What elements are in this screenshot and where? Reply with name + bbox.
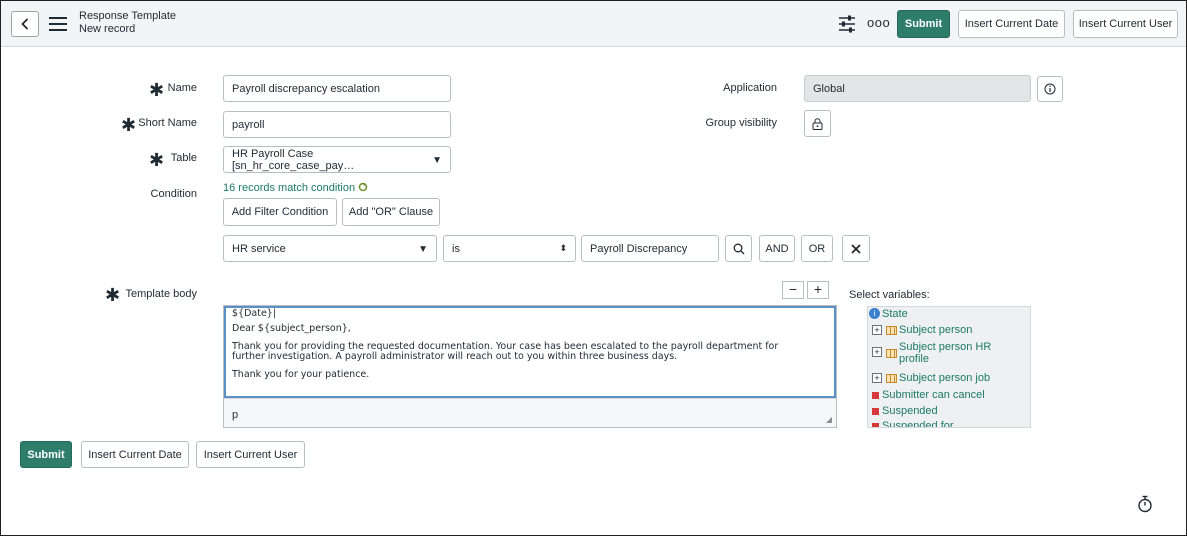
variable-item-submitter-can-cancel[interactable]: Submitter can cancel bbox=[872, 389, 985, 401]
chevron-left-icon bbox=[21, 18, 29, 30]
resize-handle-icon[interactable]: ◢ bbox=[826, 415, 832, 424]
variable-label-group: Subject person HR profile bbox=[899, 341, 991, 365]
variable-item-state[interactable]: i State bbox=[869, 308, 908, 320]
group-visibility-lock-button[interactable] bbox=[804, 110, 831, 137]
condition-operator-select[interactable]: is ⬍ bbox=[443, 235, 576, 262]
personalize-form-icon[interactable] bbox=[837, 14, 857, 34]
variable-label: Suspended bbox=[882, 405, 938, 417]
header-insert-current-date-button[interactable]: Insert Current Date bbox=[958, 10, 1065, 38]
variables-tree: i State + Subject person + Subject perso… bbox=[867, 306, 1031, 428]
or-button[interactable]: OR bbox=[801, 235, 833, 262]
template-body-label: Template body bbox=[125, 288, 197, 300]
form-header: Response Template New record ooo Submit … bbox=[1, 1, 1186, 47]
add-or-clause-button[interactable]: Add "OR" Clause bbox=[342, 198, 440, 226]
group-visibility-label: Group visibility bbox=[705, 117, 777, 129]
variable-label: Subject person HR bbox=[899, 341, 992, 353]
variable-item-suspended[interactable]: Suspended bbox=[872, 405, 938, 417]
lock-icon bbox=[812, 117, 823, 130]
variable-item-subject-person-job[interactable]: + Subject person job bbox=[872, 372, 990, 384]
updown-arrow-icon: ⬍ bbox=[559, 243, 567, 253]
short-name-label: Short Name bbox=[138, 117, 197, 129]
add-filter-condition-button[interactable]: Add Filter Condition bbox=[223, 198, 337, 226]
condition-value-field[interactable]: Payroll Discrepancy bbox=[581, 235, 719, 262]
template-body-editor[interactable]: ${Date}| Dear ${subject_person}, Thank y… bbox=[223, 305, 837, 428]
variable-label: Subject person job bbox=[899, 372, 991, 384]
boolean-field-icon bbox=[872, 408, 879, 415]
application-field: Global bbox=[804, 75, 1031, 102]
dropdown-arrow-icon: ▼ bbox=[432, 155, 442, 166]
table-select-value: HR Payroll Case [sn_hr_core_case_pay… bbox=[232, 147, 355, 172]
template-body-content[interactable]: ${Date}| Dear ${subject_person}, Thank y… bbox=[224, 306, 836, 398]
table-icon bbox=[886, 349, 897, 358]
condition-operator-value: is bbox=[452, 242, 460, 255]
body-line-date: ${Date}| bbox=[232, 308, 277, 319]
table-icon bbox=[886, 374, 897, 383]
refresh-icon bbox=[358, 182, 368, 192]
variable-label-line-2: profile bbox=[899, 353, 929, 365]
application-label: Application bbox=[723, 82, 777, 94]
footer-insert-current-date-button[interactable]: Insert Current Date bbox=[81, 441, 189, 468]
name-field[interactable]: Payroll discrepancy escalation bbox=[223, 75, 451, 102]
variable-label: Suspended for bbox=[882, 420, 954, 428]
record-title: Response Template New record bbox=[79, 10, 176, 36]
back-button[interactable] bbox=[11, 11, 39, 37]
condition-label: Condition bbox=[150, 188, 197, 200]
expand-icon[interactable]: + bbox=[872, 347, 882, 357]
collapse-editor-button[interactable]: − bbox=[782, 281, 804, 299]
name-label: Name bbox=[167, 82, 197, 94]
condition-field-select[interactable]: HR service ▼ bbox=[223, 235, 437, 262]
search-icon bbox=[733, 243, 744, 254]
hamburger-menu-icon[interactable] bbox=[49, 17, 67, 31]
info-icon bbox=[1044, 83, 1056, 95]
form-title: Response Template bbox=[79, 10, 177, 22]
form-subtitle: New record bbox=[79, 23, 136, 35]
stopwatch-icon[interactable] bbox=[1137, 495, 1153, 513]
variable-label: Submitter can cancel bbox=[882, 389, 985, 401]
variable-label: State bbox=[882, 308, 908, 320]
header-submit-button[interactable]: Submit bbox=[897, 10, 950, 38]
table-select[interactable]: HR Payroll Case [sn_hr_core_case_pay… ▼ bbox=[223, 146, 451, 173]
info-globe-icon: i bbox=[869, 308, 880, 319]
remove-condition-button[interactable] bbox=[842, 235, 870, 262]
condition-field-value: HR service bbox=[232, 242, 286, 255]
and-button[interactable]: AND bbox=[759, 235, 795, 262]
boolean-field-icon bbox=[872, 423, 879, 427]
boolean-field-icon bbox=[872, 392, 879, 399]
body-line-greeting: Dear ${subject_person}, bbox=[232, 323, 351, 334]
expand-icon[interactable]: + bbox=[872, 373, 882, 383]
application-info-button[interactable] bbox=[1037, 76, 1063, 102]
footer-insert-current-user-button[interactable]: Insert Current User bbox=[196, 441, 305, 468]
variable-item-subject-person-hr-profile[interactable]: + Subject person HR profile bbox=[872, 341, 991, 365]
footer-submit-button[interactable]: Submit bbox=[20, 441, 72, 468]
table-icon bbox=[886, 326, 897, 335]
variable-label: Subject person bbox=[899, 324, 973, 336]
body-line-paragraph-2: further investigation. A payroll adminis… bbox=[232, 351, 678, 362]
more-options-icon[interactable]: ooo bbox=[867, 15, 890, 30]
records-match-link[interactable]: 16 records match condition bbox=[223, 182, 368, 194]
records-match-text: 16 records match condition bbox=[223, 182, 356, 194]
variable-item-suspended-for[interactable]: Suspended for bbox=[872, 420, 954, 428]
short-name-field[interactable]: payroll bbox=[223, 111, 451, 138]
expand-editor-button[interactable]: + bbox=[807, 281, 829, 299]
select-variables-label: Select variables: bbox=[849, 289, 930, 301]
expand-icon[interactable]: + bbox=[872, 325, 882, 335]
body-line-closing: Thank you for your patience. bbox=[232, 369, 370, 380]
editor-status-bar: p ◢ bbox=[224, 398, 836, 427]
dropdown-arrow-icon: ▼ bbox=[418, 244, 428, 255]
close-icon bbox=[851, 243, 861, 254]
lookup-search-button[interactable] bbox=[725, 235, 752, 262]
variable-item-subject-person[interactable]: + Subject person bbox=[872, 324, 972, 336]
editor-element-path: p bbox=[232, 409, 239, 421]
table-label: Table bbox=[170, 152, 197, 164]
header-insert-current-user-button[interactable]: Insert Current User bbox=[1073, 10, 1178, 38]
